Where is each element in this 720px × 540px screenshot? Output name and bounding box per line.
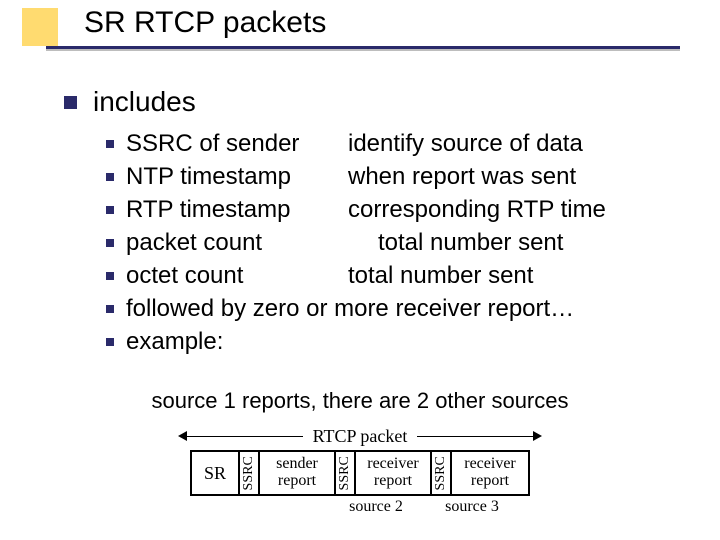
bullet-term: octet count [126, 262, 336, 290]
square-bullet-icon [106, 173, 114, 181]
bullet-list: SSRC of sender identify source of data N… [106, 130, 680, 361]
bullet-desc: identify source of data [348, 130, 583, 158]
cell-line: sender [276, 456, 318, 473]
bullet-desc: corresponding RTP time [348, 196, 606, 224]
slide-title: SR RTCP packets [84, 6, 680, 46]
cell-line: report [464, 473, 516, 490]
bullet-text: example: [126, 328, 223, 356]
packet-cell-receiver-report: receiver report [452, 452, 528, 494]
cell-line: report [276, 473, 318, 490]
packet-cell-sender-report: sender report [260, 452, 336, 494]
diagram-span-arrow: RTCP packet [180, 426, 540, 446]
cell-line: report [367, 473, 419, 490]
rtcp-packet-diagram: RTCP packet SR SSRC sender report SSRC r… [0, 426, 720, 516]
bullet-term: NTP timestamp [126, 163, 336, 191]
square-bullet-icon [106, 239, 114, 247]
slide: SR RTCP packets includes SSRC of sender … [0, 0, 720, 540]
list-item: packet count total number sent [106, 229, 680, 257]
section-heading-row: includes [64, 86, 196, 118]
bullet-desc: total number sent [348, 262, 533, 290]
bullet-desc: when report was sent [348, 163, 576, 191]
list-item: example: [106, 328, 680, 356]
square-bullet-icon [106, 206, 114, 214]
square-bullet-icon [64, 96, 77, 109]
packet-cell-ssrc: SSRC [432, 452, 452, 494]
bullet-term: packet count [126, 229, 366, 257]
source-label: source 3 [424, 498, 520, 516]
ssrc-label: SSRC [434, 456, 449, 490]
ssrc-label: SSRC [338, 456, 353, 490]
packet-cell-ssrc: SSRC [240, 452, 260, 494]
square-bullet-icon [106, 305, 114, 313]
square-bullet-icon [106, 338, 114, 346]
bullet-term: RTP timestamp [126, 196, 336, 224]
title-underline-gray [46, 49, 680, 51]
arrow-right-icon [533, 431, 542, 441]
source-labels-row: source 2 source 3 [180, 498, 540, 516]
list-item: RTP timestamp corresponding RTP time [106, 196, 680, 224]
packet-cell-receiver-report: receiver report [356, 452, 432, 494]
ssrc-label: SSRC [242, 456, 257, 490]
list-item: octet count total number sent [106, 262, 680, 290]
cell-line: receiver [367, 456, 419, 473]
example-caption: source 1 reports, there are 2 other sour… [0, 388, 720, 414]
diagram-span-label: RTCP packet [303, 426, 418, 447]
square-bullet-icon [106, 140, 114, 148]
arrow-left-icon [178, 431, 187, 441]
spacer [180, 498, 328, 516]
section-heading: includes [93, 86, 196, 118]
bullet-term: SSRC of sender [126, 130, 336, 158]
cell-line: receiver [464, 456, 516, 473]
list-item: followed by zero or more receiver report… [106, 295, 680, 323]
bullet-desc: total number sent [378, 229, 563, 257]
title-area: SR RTCP packets [46, 6, 680, 51]
packet-cell-ssrc: SSRC [336, 452, 356, 494]
square-bullet-icon [106, 272, 114, 280]
source-label: source 2 [328, 498, 424, 516]
packet-structure: SR SSRC sender report SSRC receiver repo… [190, 450, 530, 496]
bullet-text: followed by zero or more receiver report… [126, 295, 574, 323]
list-item: SSRC of sender identify source of data [106, 130, 680, 158]
list-item: NTP timestamp when report was sent [106, 163, 680, 191]
packet-cell-sr: SR [192, 452, 240, 494]
